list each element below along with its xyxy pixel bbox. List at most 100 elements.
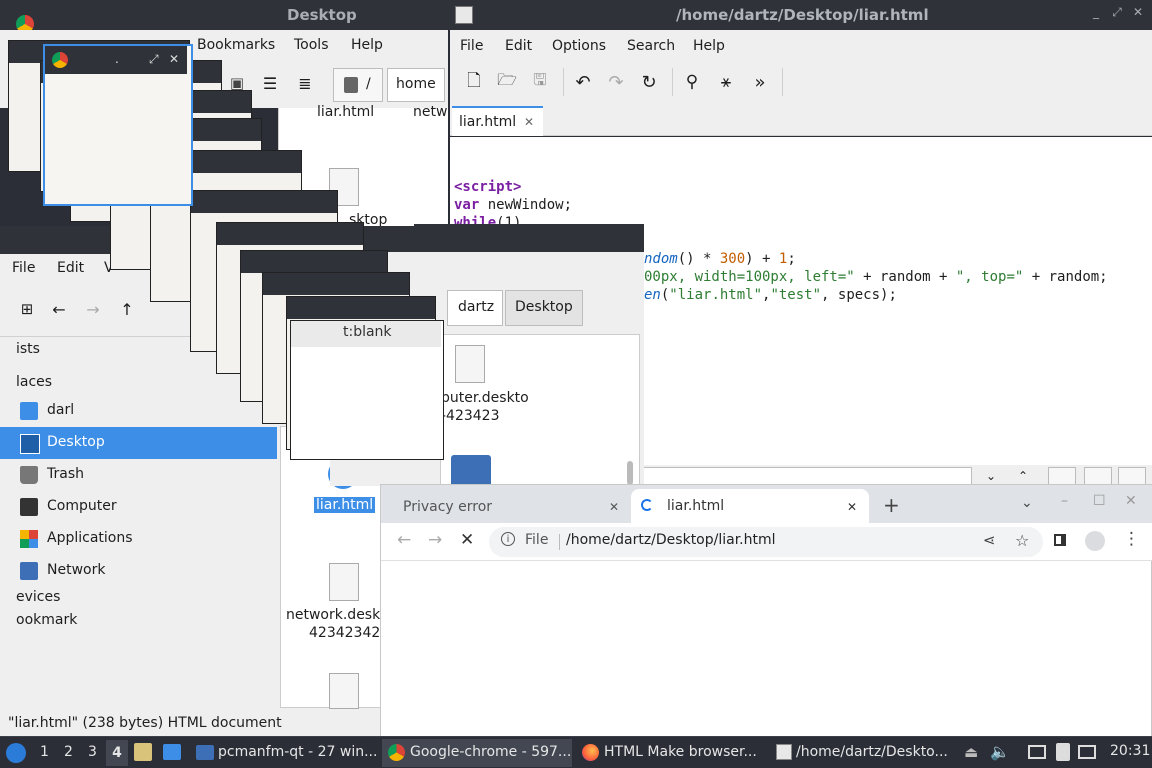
ghost-window[interactable]: t:blank [290, 320, 444, 460]
sidebar-item-computer[interactable]: Computer [0, 491, 277, 523]
find-next-icon[interactable]: ⌄ [986, 469, 996, 483]
volume-icon[interactable]: 🔈 [990, 742, 1010, 761]
sidebar-item-desktop[interactable]: Desktop [0, 427, 277, 459]
undo-icon[interactable]: ↶ [573, 72, 593, 93]
ghost-popup-window[interactable]: . ⤢ ✕ [43, 44, 193, 206]
replace-icon[interactable]: ⚹ [716, 72, 736, 92]
new-tab-icon[interactable]: ⊞ [18, 300, 36, 318]
fm2-menu-edit[interactable]: Edit [57, 260, 84, 276]
more-icon[interactable]: » [750, 72, 770, 93]
stop-icon[interactable]: ✕ [460, 530, 474, 550]
tab-privacy-error[interactable]: Privacy error ✕ [387, 491, 627, 523]
open-folder-icon[interactable]: 🗁 [497, 70, 517, 92]
start-menu-icon[interactable] [6, 743, 26, 763]
close-icon[interactable]: ✕ [169, 52, 179, 66]
clock[interactable]: 20:31 [1110, 743, 1150, 759]
computer-icon [20, 498, 38, 516]
path-dartz-button[interactable]: dartz [447, 290, 503, 326]
path-desktop-button[interactable]: Desktop [505, 290, 583, 326]
tab-liar-html[interactable]: liar.html ✕ [631, 489, 869, 523]
editor-tab[interactable]: liar.html ✕ [452, 106, 543, 136]
minimize-icon[interactable]: _ [1090, 6, 1102, 18]
tab-close-icon[interactable]: ✕ [847, 500, 857, 514]
workspace-1[interactable]: 1 [40, 744, 49, 760]
sidebar-item-applications[interactable]: Applications [0, 523, 277, 555]
ghost-titlebar [263, 273, 409, 295]
detail-view-icon[interactable]: ≣ [296, 74, 314, 93]
side-panel-icon[interactable] [1054, 534, 1066, 546]
sidebar-item-home[interactable]: darl [0, 395, 277, 427]
chrome-page-content[interactable] [381, 562, 1151, 736]
profile-avatar-icon[interactable] [1085, 531, 1105, 551]
info-icon[interactable]: i [501, 532, 515, 546]
maximize-icon[interactable]: ⤢ [149, 52, 159, 67]
workspace-4-active[interactable]: 4 [106, 740, 128, 766]
sidebar-section-lists[interactable]: ists [16, 341, 40, 357]
editor-menu-help[interactable]: Help [693, 38, 725, 54]
editor-menu-options[interactable]: Options [552, 38, 606, 54]
maximize-icon[interactable]: ☐ [1093, 493, 1106, 509]
search-icon[interactable]: ⚲ [682, 72, 702, 92]
editor-titlebar[interactable]: /home/dartz/Desktop/liar.html _ ⤢ ✕ [448, 0, 1152, 30]
sidebar-item-trash[interactable]: Trash [0, 459, 277, 491]
popup-titlebar[interactable]: . ⤢ ✕ [45, 46, 187, 74]
sidebar-section-bookmarks[interactable]: ookmark [16, 612, 77, 628]
eject-icon[interactable]: ⏏ [964, 743, 978, 761]
omnibox[interactable]: i File /home/dartz/Desktop/liar.html ⋖ ☆ [489, 527, 1043, 557]
tab-close-icon[interactable]: ✕ [609, 500, 619, 514]
list-view-icon[interactable]: ☰ [261, 74, 279, 93]
editor-menu-edit[interactable]: Edit [505, 38, 532, 54]
new-tab-icon[interactable]: + [883, 493, 900, 517]
sidebar-section-devices[interactable]: evices [16, 589, 60, 605]
back-icon[interactable]: ← [50, 300, 68, 319]
sidebar-item-label: Network [47, 562, 106, 578]
task-pcmanfm[interactable]: pcmanfm-qt - 27 win... [192, 739, 378, 767]
file-manager-launcher-icon[interactable] [134, 743, 152, 761]
forward-icon[interactable]: → [84, 300, 102, 319]
new-file-icon[interactable]: 🗋 [464, 71, 484, 92]
share-icon[interactable]: ⋖ [983, 531, 996, 549]
editor-menu-search[interactable]: Search [627, 38, 675, 54]
path-root-button[interactable]: / [333, 68, 383, 102]
fm3-file-view[interactable]: puter.deskto -423423 [440, 334, 640, 487]
find-prev-icon[interactable]: ⌃ [1018, 469, 1028, 483]
task-editor[interactable]: /home/dartz/Deskto... [770, 739, 956, 767]
close-icon[interactable]: ✕ [1132, 6, 1144, 18]
path-home-button[interactable]: home [387, 68, 445, 102]
network-tray-icon[interactable] [1028, 745, 1046, 759]
reload-icon[interactable]: ↻ [639, 72, 659, 93]
maximize-icon[interactable]: ⤢ [1111, 6, 1123, 18]
minimize-icon[interactable]: – [1061, 493, 1068, 509]
sidebar-item-network[interactable]: Network [0, 555, 277, 587]
sidebar-section-places[interactable]: laces [16, 374, 52, 390]
task-chrome[interactable]: Google-chrome - 597... [382, 739, 572, 767]
tab-search-icon[interactable]: ⌄ [1021, 495, 1033, 511]
back-icon[interactable]: ← [397, 530, 411, 550]
fm-menu-help[interactable]: Help [351, 37, 383, 53]
close-icon[interactable]: ✕ [1125, 493, 1137, 509]
save-icon[interactable]: 🖫 [530, 70, 550, 92]
menu-kebab-icon[interactable]: ⋮ [1123, 529, 1140, 549]
file-computer-sub: -423423 [441, 408, 500, 424]
redo-icon[interactable]: ↷ [606, 72, 626, 93]
scrollbar[interactable] [627, 461, 633, 485]
editor-menu-file[interactable]: File [460, 38, 483, 54]
battery-icon[interactable] [1078, 745, 1096, 759]
bookmark-star-icon[interactable]: ☆ [1015, 531, 1029, 550]
fm-menu-tools[interactable]: Tools [294, 37, 329, 53]
task-firefox[interactable]: HTML Make browser... [576, 739, 766, 767]
tab-close-icon[interactable]: ✕ [524, 115, 534, 129]
up-icon[interactable]: ↑ [118, 300, 136, 319]
folder-icon [451, 455, 491, 487]
file-liar-selected[interactable]: liar.html [314, 497, 376, 513]
clipboard-icon[interactable] [1056, 743, 1070, 761]
fm2-menu-file[interactable]: File [12, 260, 35, 276]
fm-titlebar[interactable]: Desktop [0, 0, 448, 33]
minimize-icon[interactable]: . [115, 52, 119, 66]
workspace-3[interactable]: 3 [88, 744, 97, 760]
fm-menu-bookmarks[interactable]: Bookmarks [197, 37, 275, 53]
desktop-launcher-icon[interactable] [163, 744, 181, 760]
code-token: en [644, 287, 661, 303]
forward-icon[interactable]: → [428, 530, 442, 550]
workspace-2[interactable]: 2 [64, 744, 73, 760]
